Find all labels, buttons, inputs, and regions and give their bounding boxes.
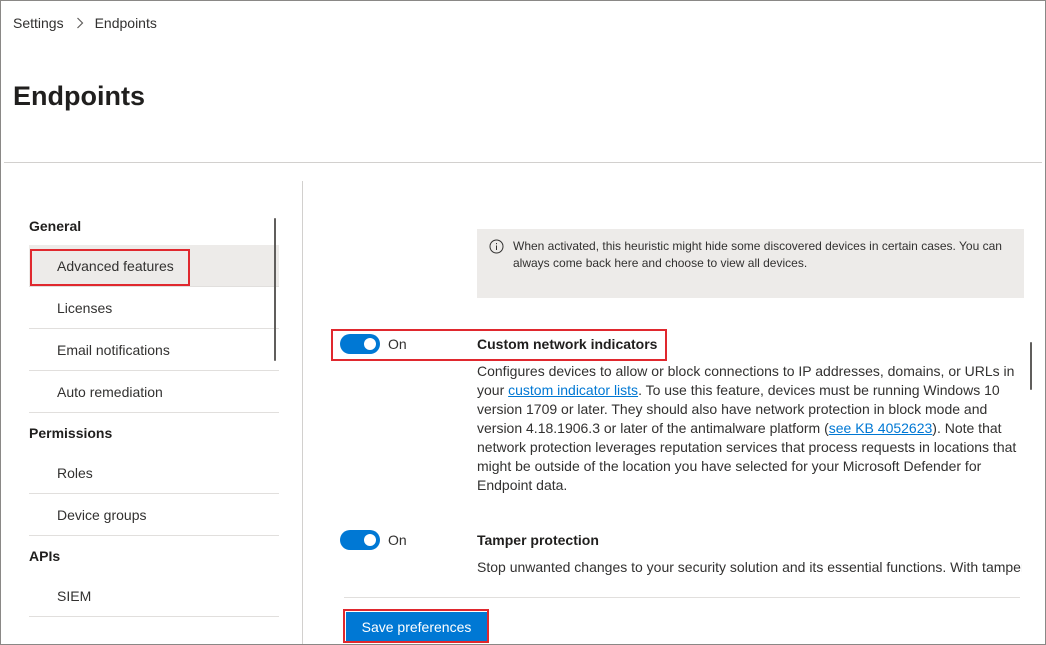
setting-title-tamper-protection: Tamper protection [477, 532, 599, 548]
sidebar-item-roles[interactable]: Roles [29, 452, 279, 494]
custom-indicator-lists-link[interactable]: custom indicator lists [508, 382, 638, 398]
highlight-box [331, 329, 667, 361]
sidebar-item-label: Auto remediation [57, 383, 163, 400]
toggle-knob [364, 534, 376, 546]
page-title: Endpoints [13, 81, 145, 111]
sidebar-item-siem[interactable]: SIEM [29, 575, 279, 617]
highlight-box [30, 249, 190, 286]
sidebar-item-label: Device groups [57, 506, 147, 523]
content-scrollbar[interactable] [1030, 342, 1032, 390]
content-divider [344, 597, 1020, 598]
info-text: When activated, this heuristic might hid… [513, 239, 1002, 270]
endpoints-settings-page: Settings Endpoints Endpoints General Adv… [0, 0, 1046, 645]
kb-link[interactable]: see KB 4052623 [829, 420, 933, 436]
nav-scrollbar[interactable] [274, 218, 276, 361]
sidebar-item-email-notifications[interactable]: Email notifications [29, 329, 279, 371]
sidebar-item-label: Roles [57, 464, 93, 481]
nav-group-permissions: Permissions [29, 425, 113, 441]
breadcrumb-settings-link[interactable]: Settings [13, 15, 64, 31]
sidebar-item-auto-remediation[interactable]: Auto remediation [29, 371, 279, 413]
sidebar-item-licenses[interactable]: Licenses [29, 287, 279, 329]
sidebar-item-advanced-features[interactable]: Advanced features [29, 245, 279, 287]
info-icon [489, 239, 504, 254]
toggle-state-label: On [388, 532, 407, 548]
sidebar-item-label: Email notifications [57, 341, 170, 358]
sidebar-item-device-groups[interactable]: Device groups [29, 494, 279, 536]
sidebar-item-label: SIEM [57, 587, 92, 604]
breadcrumb: Settings Endpoints [13, 15, 157, 31]
highlight-box [343, 609, 489, 643]
info-message: When activated, this heuristic might hid… [477, 229, 1024, 298]
setting-description-custom-network-indicators: Configures devices to allow or block con… [477, 362, 1022, 495]
chevron-right-icon [74, 17, 86, 29]
header-divider [4, 162, 1042, 163]
tamper-protection-toggle[interactable] [340, 530, 380, 550]
nav-group-apis: APIs [29, 548, 61, 564]
nav-group-general: General [29, 218, 82, 234]
breadcrumb-endpoints: Endpoints [94, 15, 157, 31]
setting-description-tamper-protection: Stop unwanted changes to your security s… [477, 559, 1022, 575]
sidebar-item-label: Licenses [57, 299, 113, 316]
nav-divider [302, 181, 303, 644]
